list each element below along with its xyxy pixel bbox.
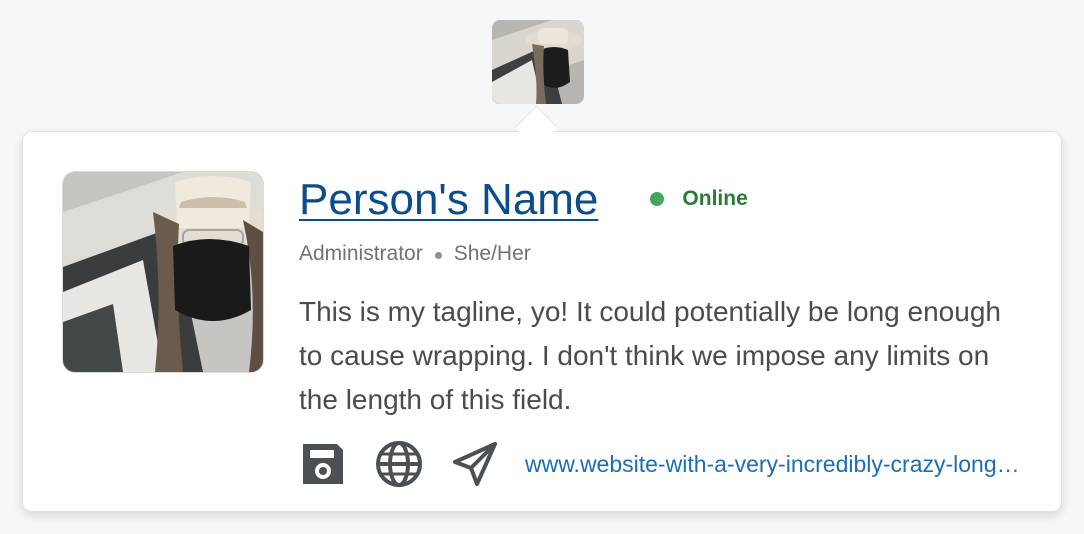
profile-pronouns: She/Her (453, 242, 531, 265)
send-icon (453, 442, 497, 486)
name-row: Person's Name Online (299, 170, 1039, 230)
profile-popover-stage: Person's Name Online Administrator She/H… (0, 0, 1084, 534)
save-contact-button[interactable] (299, 440, 347, 488)
website-globe-button[interactable] (375, 440, 423, 488)
popover-pointer-mask (505, 132, 567, 146)
avatar-photo-icon (492, 20, 584, 104)
profile-links: www.website-with-a-very-incredibly-crazy… (299, 440, 1025, 488)
profile-avatar (63, 172, 263, 372)
profile-name-link[interactable]: Person's Name (299, 175, 598, 225)
meta-separator-icon (434, 251, 442, 259)
send-message-button[interactable] (451, 440, 499, 488)
avatar-thumbnail[interactable] (492, 20, 584, 104)
globe-icon (376, 441, 422, 487)
profile-tagline: This is my tagline, yo! It could potenti… (299, 296, 1001, 415)
profile-role: Administrator (299, 242, 423, 265)
website-link[interactable]: www.website-with-a-very-incredibly-crazy… (525, 451, 1025, 478)
profile-photo-icon (63, 172, 263, 372)
presence-status: Online (650, 187, 748, 211)
profile-card: Person's Name Online Administrator She/H… (22, 131, 1062, 512)
profile-info: Person's Name Online Administrator She/H… (299, 170, 1039, 422)
profile-meta: Administrator She/Her (299, 242, 1039, 266)
presence-status-label: Online (682, 187, 748, 210)
save-icon (303, 444, 343, 484)
online-indicator-icon (650, 192, 665, 206)
